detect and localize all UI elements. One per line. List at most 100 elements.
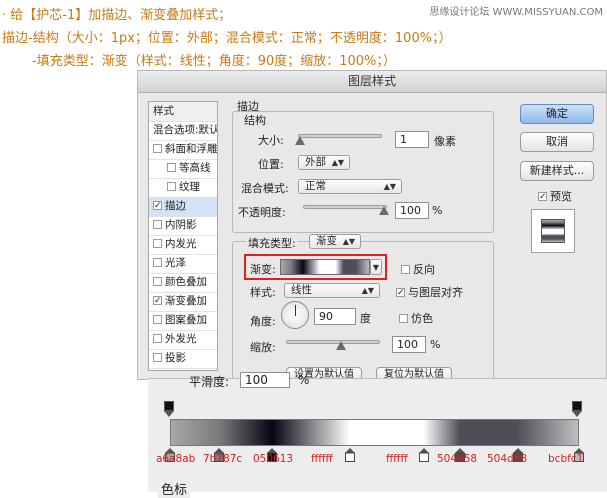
size-label: 大小:: [258, 134, 284, 147]
angle-dial[interactable]: [281, 301, 309, 329]
size-unit: 像素: [434, 135, 456, 148]
color-stop-hex-label: ffffff: [386, 453, 408, 465]
style-list-checkbox[interactable]: [153, 143, 162, 153]
style-list-item[interactable]: 等高线: [149, 159, 217, 179]
angle-unit: 度: [360, 312, 371, 325]
blend-mode-label: 混合模式:: [241, 182, 289, 195]
tutorial-line-3: -填充类型：渐变（样式：线性；角度：90度；缩放：100%；）: [32, 54, 396, 69]
style-list-checkbox[interactable]: [153, 238, 162, 248]
size-input[interactable]: 1: [395, 131, 429, 148]
color-stop-hex-label: 050613: [253, 453, 294, 465]
color-stop-hex-label: a6a8ab: [156, 453, 196, 465]
scale-slider-thumb[interactable]: [336, 341, 346, 350]
new-style-button[interactable]: 新建样式...: [520, 161, 594, 181]
style-list-item[interactable]: 外发光: [149, 330, 217, 350]
align-with-layer-checkbox[interactable]: ✓: [396, 287, 405, 297]
gradient-dropdown[interactable]: ▼: [370, 259, 382, 275]
scale-slider[interactable]: [286, 340, 380, 344]
style-list-label: 等高线: [179, 162, 211, 174]
style-list-item[interactable]: 内发光: [149, 235, 217, 255]
structure-title: 结构: [242, 112, 268, 128]
color-stop-hex-label: 504d58: [487, 453, 528, 465]
position-select[interactable]: 外部 ▲▼: [298, 155, 350, 170]
style-list-label: 颜色叠加: [165, 276, 207, 288]
color-stop-hex-label: ffffff: [311, 453, 333, 465]
color-stop[interactable]: [345, 448, 355, 462]
style-list-item[interactable]: 纹理: [149, 178, 217, 198]
dither-option[interactable]: 仿色: [395, 310, 433, 326]
color-stop-hex-label: 7b787c: [203, 453, 243, 465]
color-stop[interactable]: [419, 448, 429, 462]
style-list: 样式 混合选项:默认 斜面和浮雕 等高线 纹理 ✓ 描边 内阴影 内发光 光泽 颜色叠加 ✓ 渐变叠加…: [148, 101, 218, 371]
style-list-label: 投影: [165, 352, 186, 364]
opacity-stop-left[interactable]: [164, 401, 174, 417]
scale-label: 缩放:: [250, 341, 276, 354]
preview-checkbox[interactable]: ✓: [538, 191, 547, 201]
blend-mode-select[interactable]: 正常 ▲▼: [298, 179, 402, 194]
angle-dial-needle: [295, 305, 296, 316]
style-list-label: 外发光: [165, 333, 197, 345]
opacity-input[interactable]: 100: [395, 202, 429, 219]
size-slider-thumb[interactable]: [295, 136, 305, 145]
style-list-checkbox[interactable]: [153, 352, 162, 362]
watermark: 思缘设计论坛 WWW.MISSYUAN.COM: [429, 7, 603, 18]
style-list-label: 纹理: [179, 181, 200, 193]
style-list-item[interactable]: ✓ 描边: [149, 197, 217, 217]
style-list-checkbox[interactable]: [153, 276, 162, 286]
style-list-label: 内阴影: [165, 219, 197, 231]
style-select[interactable]: 线性 ▲▼: [284, 283, 380, 298]
dialog-title: 图层样式: [138, 71, 606, 93]
smoothness-input[interactable]: 100: [240, 372, 290, 388]
smoothness-unit: %: [298, 373, 310, 387]
style-list-checkbox[interactable]: [153, 333, 162, 343]
style-list-label: 描边: [165, 200, 186, 212]
opacity-stop-right[interactable]: [572, 401, 582, 417]
style-list-item[interactable]: 内阴影: [149, 216, 217, 236]
style-list-item[interactable]: ✓ 渐变叠加: [149, 292, 217, 312]
style-list-checkbox[interactable]: [153, 219, 162, 229]
style-list-label: 内发光: [165, 238, 197, 250]
style-list-checkbox[interactable]: [167, 181, 176, 191]
position-label: 位置:: [258, 158, 284, 171]
scale-unit: %: [430, 338, 441, 351]
style-list-checkbox[interactable]: ✓: [153, 200, 162, 210]
align-with-layer-option[interactable]: ✓ 与图层对齐: [392, 284, 463, 300]
opacity-unit: %: [432, 204, 443, 217]
dither-checkbox[interactable]: [399, 313, 408, 323]
color-stop-hex-label: bcbfc1: [548, 453, 584, 465]
style-list-label: 斜面和浮雕: [165, 143, 217, 155]
opacity-slider-thumb[interactable]: [379, 206, 389, 215]
style-list-item[interactable]: 图案叠加: [149, 311, 217, 331]
style-list-checkbox[interactable]: [153, 314, 162, 324]
style-list-label: 光泽: [165, 257, 186, 269]
style-list-label: 图案叠加: [165, 314, 207, 326]
gradient-label: 渐变:: [250, 263, 276, 276]
opacity-slider[interactable]: [303, 205, 387, 209]
cancel-button[interactable]: 取消: [520, 132, 594, 152]
style-list-checkbox[interactable]: [167, 162, 176, 172]
layer-style-dialog: 图层样式 样式 混合选项:默认 斜面和浮雕 等高线 纹理 ✓ 描边 内阴影 内发光 光泽 颜色叠加…: [137, 70, 607, 380]
gradient-preview[interactable]: [280, 259, 370, 275]
style-list-item[interactable]: 颜色叠加: [149, 273, 217, 293]
style-list-item[interactable]: 光泽: [149, 254, 217, 274]
style-list-header: 样式: [149, 102, 217, 122]
preview-option[interactable]: ✓ 预览: [534, 188, 572, 204]
style-list-checkbox[interactable]: [153, 257, 162, 267]
fill-type-select[interactable]: 渐变 ▲▼: [309, 234, 361, 249]
style-label: 样式:: [250, 286, 276, 299]
scale-input[interactable]: 100: [392, 336, 426, 353]
size-slider[interactable]: [298, 134, 382, 138]
reverse-option[interactable]: 反向: [397, 261, 435, 277]
style-list-item[interactable]: 投影: [149, 349, 217, 369]
style-list-item[interactable]: 斜面和浮雕: [149, 140, 217, 160]
reverse-checkbox[interactable]: [401, 264, 410, 274]
gradient-bar[interactable]: [170, 419, 579, 446]
angle-label: 角度:: [250, 315, 276, 328]
style-list-item[interactable]: 混合选项:默认: [149, 121, 217, 141]
color-stop-hex-label: 504d58: [437, 453, 478, 465]
opacity-label: 不透明度:: [238, 206, 286, 219]
angle-input[interactable]: 90: [314, 308, 356, 325]
ok-button[interactable]: 确定: [520, 104, 594, 124]
color-section-title: 色标: [158, 479, 191, 498]
style-list-checkbox[interactable]: ✓: [153, 295, 162, 305]
